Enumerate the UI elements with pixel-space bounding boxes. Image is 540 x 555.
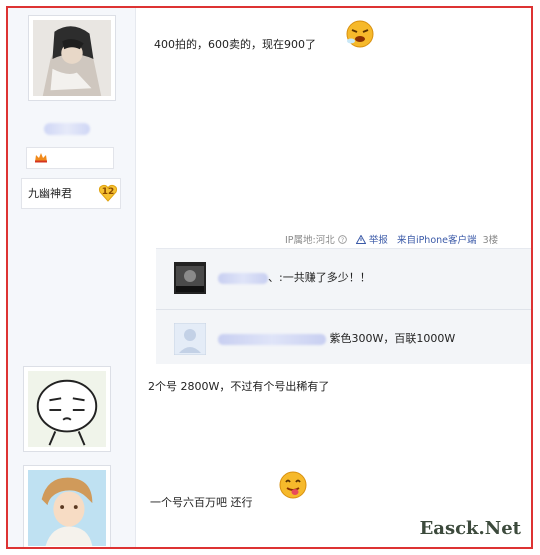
reply-username-suffix: 、 bbox=[268, 271, 279, 284]
avatar-image bbox=[33, 20, 111, 97]
svg-text:?: ? bbox=[341, 237, 344, 244]
user-avatar[interactable] bbox=[23, 465, 111, 547]
username-blurred[interactable] bbox=[44, 123, 90, 135]
reply-username-blurred[interactable] bbox=[218, 272, 268, 284]
post-content: 400拍的，600卖的，现在900了 bbox=[154, 38, 316, 51]
level-number: 12 bbox=[101, 187, 115, 197]
reply-thread: 、:一共赚了多少！！ 紫色300W，百联1000W bbox=[156, 248, 531, 364]
avatar-image bbox=[28, 470, 106, 547]
report-link[interactable]: 举报 bbox=[369, 235, 388, 246]
warning-triangle-icon[interactable] bbox=[355, 234, 367, 244]
reply-text: 紫色300W，百联1000W bbox=[329, 332, 456, 345]
question-circle-icon[interactable]: ? bbox=[337, 235, 347, 244]
user-avatar[interactable] bbox=[23, 366, 111, 452]
level-title: 九幽神君 bbox=[28, 187, 72, 200]
floor-number: 3楼 bbox=[482, 235, 499, 246]
screenshot-frame: 九幽神君 12 400拍的，600卖的，现在900了 IP属地:河北 ? 举报 … bbox=[6, 6, 533, 549]
post-content: 2个号 2800W，不过有个号出稀有了 bbox=[148, 380, 330, 393]
user-sidebar: 九幽神君 12 bbox=[8, 8, 136, 547]
forum-level[interactable]: 九幽神君 12 bbox=[21, 178, 121, 209]
reply-text: :一共赚了多少！！ bbox=[279, 271, 371, 284]
reply-content: 紫色300W，百联1000W bbox=[218, 330, 455, 346]
post-meta: IP属地:河北 ? 举报 来自iPhone客户端 3楼 bbox=[285, 232, 498, 246]
reply-avatar[interactable] bbox=[174, 323, 206, 355]
level-badge: 12 bbox=[98, 183, 118, 203]
reply-username-blurred[interactable] bbox=[218, 333, 326, 345]
crown-icon bbox=[35, 153, 47, 163]
member-badge bbox=[26, 147, 114, 169]
reply-avatar[interactable] bbox=[174, 262, 206, 294]
user-avatar[interactable] bbox=[28, 15, 116, 101]
tongue-emoji-icon bbox=[279, 471, 307, 499]
reply-item[interactable]: 、:一共赚了多少！！ bbox=[156, 249, 531, 303]
reply-content: 、:一共赚了多少！！ bbox=[218, 269, 371, 285]
angry-emoji-icon bbox=[346, 20, 374, 48]
avatar-image bbox=[28, 371, 106, 448]
device-source[interactable]: 来自iPhone客户端 bbox=[397, 235, 477, 246]
watermark: Easck.Net bbox=[419, 518, 521, 539]
ip-location: IP属地:河北 bbox=[285, 235, 335, 246]
post-content: 一个号六百万吧 还行 bbox=[150, 496, 253, 509]
reply-item[interactable]: 紫色300W，百联1000W bbox=[156, 309, 531, 364]
